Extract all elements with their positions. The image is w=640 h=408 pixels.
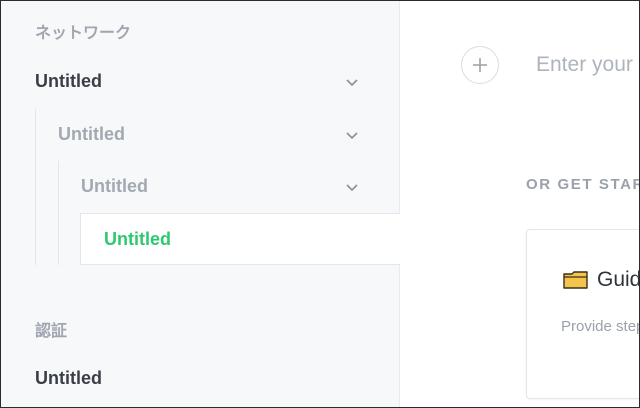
app-window: ネットワーク Untitled Untitled Untitled Untitl… (0, 0, 640, 408)
tree-item-level1[interactable]: Untitled (1, 55, 400, 107)
tree-item-label: Untitled (81, 175, 148, 196)
auth-item-label: Untitled (35, 367, 102, 388)
main-content: OR GET STARTED Guide Provide step-by-ste… (400, 1, 639, 407)
auth-item[interactable]: Untitled (1, 352, 400, 404)
tree-item-label: Untitled (104, 228, 171, 249)
folder-icon (563, 271, 588, 289)
tree-item-label: Untitled (58, 123, 125, 144)
add-button[interactable] (461, 46, 499, 84)
tree-item-level3[interactable]: Untitled (59, 160, 400, 212)
chevron-down-icon (346, 132, 358, 140)
plus-icon (473, 58, 487, 72)
card-title-text: Guide (597, 268, 639, 291)
tree-item-label: Untitled (35, 70, 102, 91)
guide-card[interactable]: Guide Provide step-by-step instructions (526, 229, 639, 399)
section-title-network: ネットワーク (35, 25, 132, 42)
title-input[interactable] (536, 49, 639, 81)
tree-item-active[interactable]: Untitled (80, 213, 400, 265)
get-started-heading: OR GET STARTED (526, 176, 639, 193)
section-title-auth: 認証 (35, 323, 68, 340)
card-description: Provide step-by-step instructions (561, 318, 639, 335)
chevron-down-icon (346, 184, 358, 192)
sidebar: ネットワーク Untitled Untitled Untitled Untitl… (1, 1, 400, 407)
card-title: Guide (563, 268, 639, 292)
tree-item-level2[interactable]: Untitled (36, 108, 400, 160)
chevron-down-icon (346, 79, 358, 87)
